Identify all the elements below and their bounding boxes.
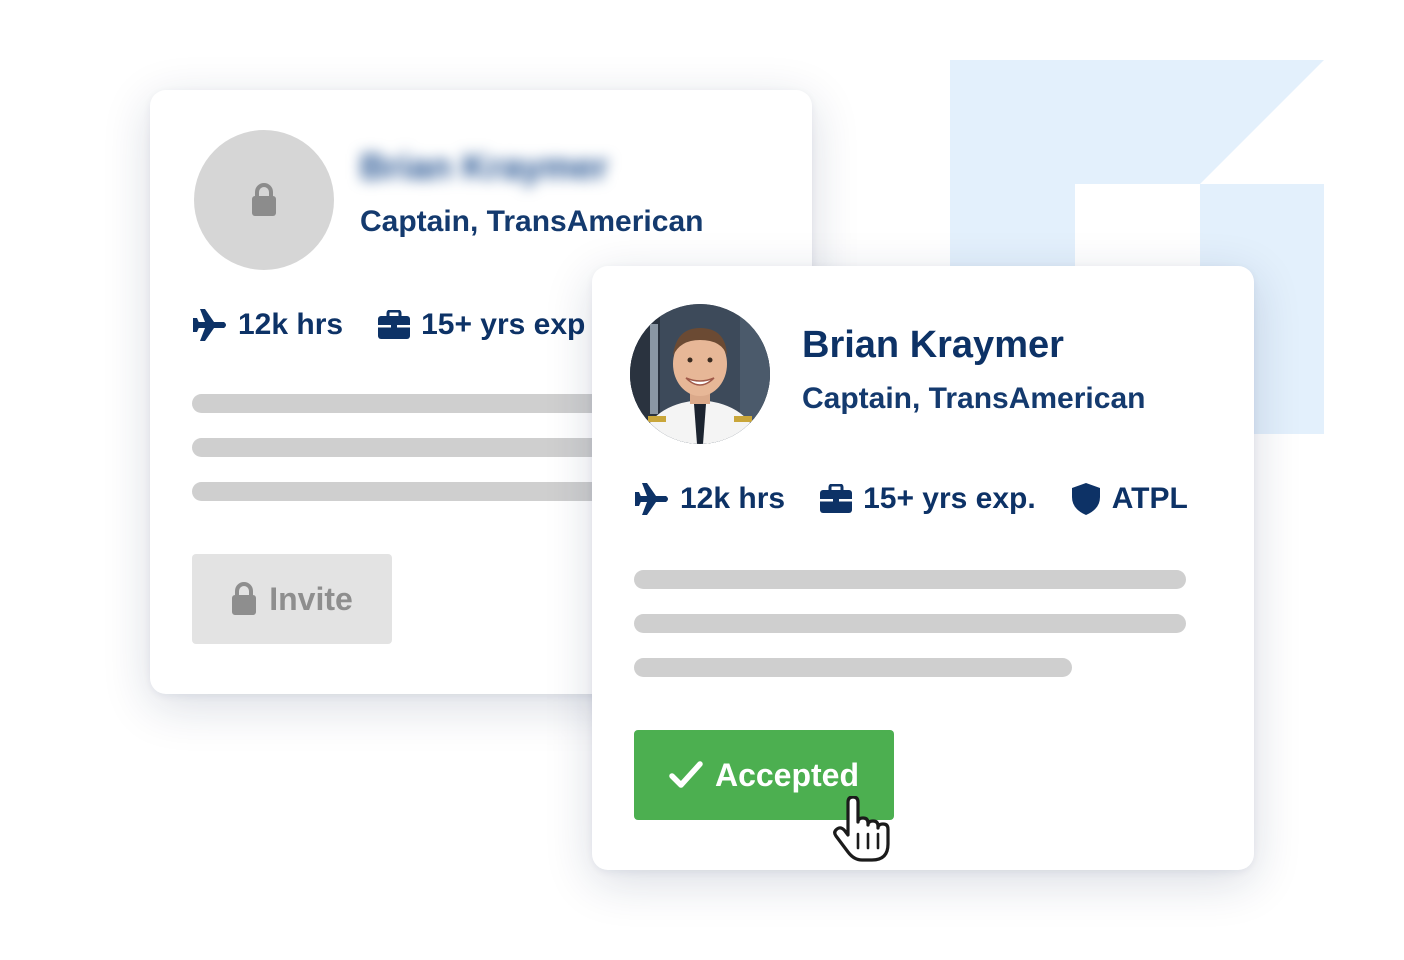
briefcase-icon bbox=[378, 310, 411, 339]
description-placeholder-line bbox=[634, 570, 1186, 589]
experience-label: 15+ yrs exp bbox=[421, 308, 586, 341]
invite-button[interactable]: Invite bbox=[192, 554, 392, 644]
stats-row: 12k hrs 15+ yrs exp bbox=[192, 308, 619, 342]
briefcase-icon bbox=[820, 484, 853, 513]
experience-label: 15+ yrs exp. bbox=[863, 482, 1036, 515]
airplane-icon bbox=[635, 483, 668, 515]
checkmark-icon bbox=[669, 761, 703, 788]
flight-hours-label: 12k hrs bbox=[238, 308, 344, 341]
candidate-role: Captain, TransAmerican bbox=[802, 382, 1146, 415]
hand-pointer-icon bbox=[833, 796, 890, 862]
invite-button-label: Invite bbox=[269, 580, 353, 617]
flight-hours-label: 12k hrs bbox=[680, 482, 786, 515]
airplane-icon bbox=[193, 309, 226, 341]
accepted-button-label: Accepted bbox=[714, 756, 860, 793]
flight-hours-stat: 12k hrs bbox=[634, 482, 785, 516]
description-placeholder-line bbox=[634, 658, 1072, 677]
shield-icon bbox=[1071, 483, 1100, 515]
lock-icon bbox=[232, 582, 257, 615]
candidate-name-blurred: Brian Kraymer bbox=[360, 146, 609, 187]
experience-stat: 15+ yrs exp bbox=[377, 308, 585, 342]
description-placeholder-line bbox=[634, 614, 1186, 633]
experience-stat: 15+ yrs exp. bbox=[819, 482, 1036, 516]
flight-hours-stat: 12k hrs bbox=[192, 308, 343, 342]
candidate-name: Brian Kraymer bbox=[802, 324, 1064, 366]
accepted-candidate-card: Brian Kraymer Captain, TransAmerican 12k… bbox=[592, 266, 1254, 870]
lock-icon bbox=[252, 183, 276, 216]
license-label: ATPL bbox=[1111, 482, 1188, 515]
license-stat: ATPL bbox=[1070, 482, 1188, 516]
pilot-photo bbox=[630, 304, 770, 444]
candidate-role: Captain, TransAmerican bbox=[360, 205, 704, 238]
locked-avatar bbox=[194, 130, 334, 270]
stats-row: 12k hrs 15+ yrs exp. ATPL bbox=[634, 482, 1188, 516]
pilot-photo-avatar bbox=[630, 304, 770, 444]
